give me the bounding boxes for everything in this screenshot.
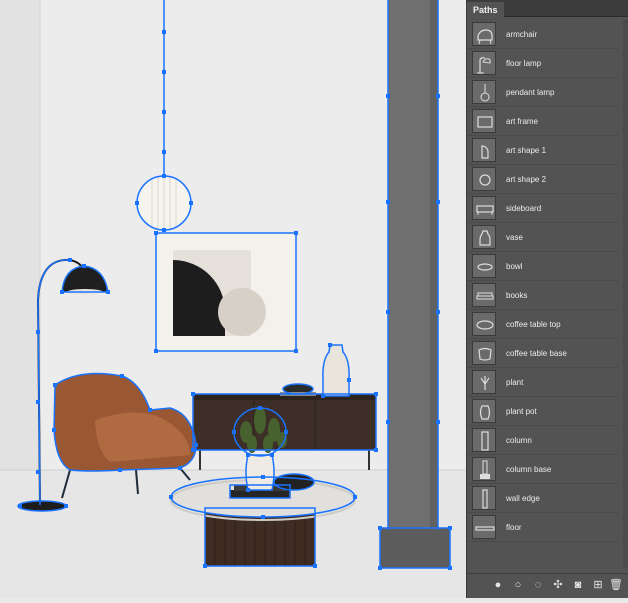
path-item[interactable]: art shape 2 [467,165,619,194]
books-path-thumbnail [472,283,496,307]
path-item[interactable]: coffee table top [467,310,619,339]
path-item-label: armchair [506,29,538,39]
coffee-table-top-path-thumbnail [472,312,496,336]
vase-path-thumbnail [472,225,496,249]
path-item-label: coffee table base [506,348,567,358]
path-item-label: art shape 2 [506,174,547,184]
path-item-label: bowl [506,261,523,271]
stroke-path-icon[interactable]: ○ [511,578,525,592]
books-shape [230,490,290,498]
path-item[interactable]: floor [467,513,619,542]
path-item-label: floor [506,522,522,532]
path-item-label: plant pot [506,406,537,416]
path-item-label: column [506,435,532,445]
path-item-label: books [506,290,528,300]
path-item[interactable]: art frame [467,107,619,136]
art-shape-2-path-thumbnail [472,167,496,191]
path-item-label: art frame [506,116,539,126]
path-item[interactable]: armchair [467,20,619,49]
scrollbar[interactable] [623,20,628,568]
tab-paths[interactable]: Paths [467,2,504,18]
column-base-path-thumbnail [472,457,496,481]
path-item[interactable]: sideboard [467,194,619,223]
path-item[interactable]: vase [467,223,619,252]
floor-lamp-path-thumbnail [472,51,496,75]
canvas-scene[interactable] [0,0,466,598]
path-item-label: pendant lamp [506,87,555,97]
wall-edge-path-thumbnail [472,486,496,510]
column-path-thumbnail [472,428,496,452]
armchair-path-thumbnail [472,22,496,46]
pendant-lamp-path-thumbnail [472,80,496,104]
column-base-shape [380,528,450,568]
path-item-label: vase [506,232,523,242]
left-wall [0,0,40,470]
art-shape-1-path-thumbnail [472,138,496,162]
path-item[interactable]: bowl [467,252,619,281]
art-frame-path-thumbnail [472,109,496,133]
fill-path-icon[interactable]: ● [491,578,505,592]
path-item-label: coffee table top [506,319,561,329]
path-item[interactable]: art shape 1 [467,136,619,165]
path-item-label: sideboard [506,203,542,213]
path-item[interactable]: plant [467,368,619,397]
floor-path-thumbnail [472,515,496,539]
paths-panel: Paths armchair floor lamp pendant lamp art … [466,0,628,598]
delete-path-icon[interactable]: 🗑 [609,578,623,592]
path-item[interactable]: coffee table base [467,339,619,368]
path-item-label: column base [506,464,552,474]
path-item-label: wall edge [506,493,540,503]
add-mask-icon[interactable]: ◙ [571,578,585,592]
load-selection-icon[interactable]: ◌ [531,578,545,592]
panel-header: Paths [467,0,628,18]
path-item[interactable]: pendant lamp [467,78,619,107]
path-item[interactable]: column base [467,455,619,484]
panel-footer: ● ○ ◌ ✣ ◙ ⊞ 🗑 [467,573,628,598]
plant-pot-path-thumbnail [472,399,496,423]
art-circle-shape [218,288,266,336]
make-work-path-icon[interactable]: ✣ [551,578,565,592]
plant-path-thumbnail [472,370,496,394]
path-item[interactable]: floor lamp [467,49,619,78]
new-path-icon[interactable]: ⊞ [591,578,605,592]
path-item[interactable]: books [467,281,619,310]
sideboard-path-thumbnail [472,196,496,220]
path-item-label: floor lamp [506,58,542,68]
path-item-label: art shape 1 [506,145,547,155]
path-item[interactable]: column [467,426,619,455]
coffee-table-base-path-thumbnail [472,341,496,365]
path-item-label: plant [506,377,524,387]
bowl-path-thumbnail [472,254,496,278]
path-item[interactable]: wall edge [467,484,619,513]
path-item[interactable]: plant pot [467,397,619,426]
path-list: armchair floor lamp pendant lamp art frame a… [467,20,619,542]
